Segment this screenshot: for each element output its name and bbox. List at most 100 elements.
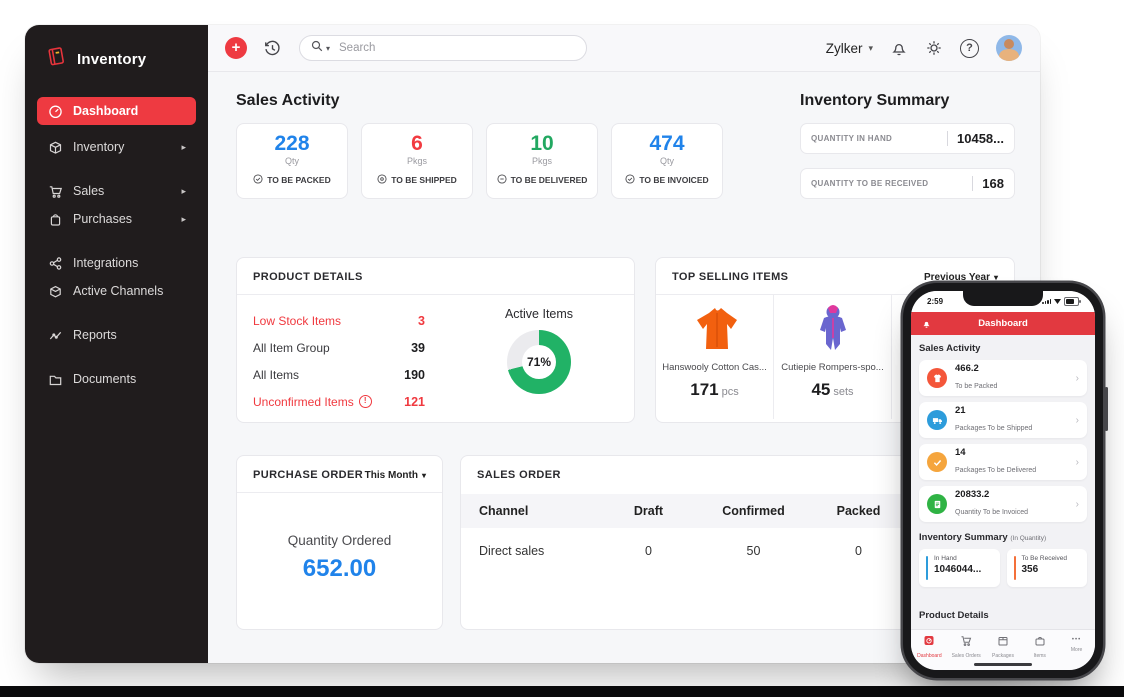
sidebar-item-dashboard[interactable]: Dashboard (37, 97, 196, 125)
sales-activity-section: Sales Activity 228 Qty TO BE PACKED 6 Pk… (236, 92, 723, 199)
sales-activity-title: Sales Activity (236, 92, 340, 109)
cell-confirmed: 50 (746, 544, 761, 558)
all-items-row[interactable]: All Items 190 (253, 361, 425, 388)
purchase-order-period-dropdown[interactable]: This Month ▾ (365, 470, 426, 481)
folder-icon (47, 372, 63, 387)
sidebar-item-purchases[interactable]: Purchases ▸ (37, 205, 196, 233)
add-button[interactable]: + (225, 37, 247, 59)
stat-label: TO BE INVOICED (639, 175, 709, 185)
inventory-logo-icon (45, 45, 68, 73)
search-input[interactable] (337, 41, 575, 55)
phone-row-to-be-delivered[interactable]: 14 Packages To be Delivered › (919, 444, 1087, 480)
submenu-arrow-icon: ▸ (181, 213, 186, 224)
stat-unit: Qty (284, 156, 299, 166)
sidebar: Inventory Dashboard Inventory ▸ Sales ▸ … (25, 25, 208, 663)
stat-label: TO BE PACKED (267, 175, 331, 185)
stat-unit: Pkgs (531, 156, 552, 166)
phone-row-to-be-shipped[interactable]: 21 Packages To be Shipped › (919, 402, 1087, 438)
phone-tab-items[interactable]: Items (1021, 634, 1058, 659)
integrations-icon (47, 256, 63, 271)
submenu-arrow-icon: ▸ (181, 185, 186, 196)
bell-icon[interactable] (922, 319, 931, 329)
unconfirmed-items-row[interactable]: Unconfirmed Items! 121 (253, 388, 425, 415)
cardigan-product-image (656, 303, 773, 355)
sidebar-item-sales[interactable]: Sales ▸ (37, 177, 196, 205)
chevron-right-icon: › (1075, 372, 1079, 384)
top-selling-period-dropdown[interactable]: Previous Year ▾ (924, 272, 998, 283)
stat-card-to-be-delivered[interactable]: 10 Pkgs TO BE DELIVERED (486, 123, 598, 199)
sidebar-item-label: Sales (73, 184, 105, 198)
sidebar-item-integrations[interactable]: Integrations (37, 249, 196, 277)
chevron-down-icon: ▾ (993, 272, 998, 282)
bag-icon (47, 212, 63, 227)
product-details-card: PRODUCT DETAILS Low Stock Items 3 All Ite… (236, 257, 635, 423)
search-box: ▾ (299, 35, 587, 61)
dashboard-icon (47, 104, 63, 119)
product-name: Cutiepie Rompers-spo... (781, 362, 884, 373)
chevron-right-icon: › (1075, 414, 1079, 426)
sidebar-item-documents[interactable]: Documents (37, 365, 196, 393)
phone-home-indicator[interactable] (974, 662, 1032, 667)
phone-tab-more[interactable]: ••• More (1058, 634, 1095, 659)
phone-row-to-be-packed[interactable]: 466.2 To be Packed › (919, 360, 1087, 396)
phone-in-hand-card[interactable]: In Hand 1046044... (919, 549, 1000, 587)
phone-tab-packages[interactable]: Packages (985, 634, 1022, 659)
topbar: + ▾ Zylker ▾ ? (208, 25, 1040, 72)
org-name: Zylker (825, 40, 863, 56)
history-icon[interactable] (263, 39, 282, 58)
romper-product-image (774, 303, 891, 355)
inventory-summary-section: Inventory Summary QUANTITY IN HAND 10458… (800, 92, 1015, 199)
battery-icon (1064, 297, 1081, 306)
phone-clock: 2:59 (927, 297, 944, 306)
stat-card-to-be-invoiced[interactable]: 474 Qty TO BE INVOICED (611, 123, 723, 199)
sidebar-item-label: Reports (73, 328, 117, 342)
stat-card-to-be-shipped[interactable]: 6 Pkgs TO BE SHIPPED (361, 123, 473, 199)
inventory-summary-title: Inventory Summary (800, 92, 950, 109)
product-qty: 171 pcs (690, 380, 739, 399)
sidebar-item-active-channels[interactable]: Active Channels (37, 277, 196, 305)
phone-sales-activity-title: Sales Activity (919, 343, 981, 354)
phone-screen: 2:59 Dashboard Sales Activity 466.2 To be… (911, 291, 1095, 670)
user-avatar[interactable] (996, 35, 1022, 61)
cell-packed: 0 (855, 544, 862, 558)
phone-tab-sales-orders[interactable]: Sales Orders (948, 634, 985, 659)
column-header: Draft (633, 504, 664, 518)
active-items-label: Active Items (504, 307, 574, 321)
stat-unit: Pkgs (406, 156, 427, 166)
notifications-bell-icon[interactable] (890, 39, 908, 57)
phone-to-be-received-card[interactable]: To Be Received 356 (1006, 549, 1087, 587)
column-header: Packed (836, 504, 881, 518)
sales-activity-cards: 228 Qty TO BE PACKED 6 Pkgs TO BE SHIPPE… (236, 123, 723, 199)
stat-card-to-be-packed[interactable]: 228 Qty TO BE PACKED (236, 123, 348, 199)
phone-row-to-be-invoiced[interactable]: 20833.2 Quantity To be Invoiced › (919, 486, 1087, 522)
settings-gear-icon[interactable] (925, 39, 943, 57)
stat-value: 10 (530, 132, 554, 155)
org-selector[interactable]: Zylker ▾ (826, 41, 873, 56)
product-details-rows: Low Stock Items 3 All Item Group 39 All It… (253, 307, 425, 415)
product-qty: 45 sets (811, 380, 854, 399)
summary-value: 10458... (947, 131, 1004, 146)
quantity-to-be-received-row: QUANTITY TO BE RECEIVED 168 (800, 168, 1015, 199)
top-selling-item[interactable]: Cutiepie Rompers-spo... 45 sets (774, 295, 892, 419)
product-details-title: PRODUCT DETAILS (253, 271, 363, 283)
check-icon (927, 452, 947, 472)
app-title: Inventory (77, 50, 147, 68)
help-icon[interactable]: ? (960, 38, 979, 58)
low-stock-items-row[interactable]: Low Stock Items 3 (253, 307, 425, 334)
column-header: Channel (479, 504, 529, 518)
chevron-down-icon: ▾ (868, 42, 873, 53)
sidebar-item-inventory[interactable]: Inventory ▸ (37, 133, 196, 161)
sidebar-item-label: Active Channels (73, 284, 164, 298)
phone-product-details-title: Product Details (919, 610, 989, 621)
purchase-order-card: PURCHASE ORDER This Month ▾ Quantity Orde… (236, 455, 443, 630)
search-scope-caret-icon[interactable]: ▾ (326, 44, 330, 53)
top-selling-item[interactable]: Hanswooly Cotton Cas... 171 pcs (656, 295, 774, 419)
reports-icon (47, 328, 63, 343)
all-item-group-row[interactable]: All Item Group 39 (253, 334, 425, 361)
sidebar-item-label: Documents (73, 372, 137, 386)
sidebar-item-reports[interactable]: Reports (37, 321, 196, 349)
app-logo: Inventory (25, 25, 208, 73)
channels-icon (47, 284, 63, 299)
phone-tab-dashboard[interactable]: Dashboard (911, 634, 948, 659)
summary-value: 168 (972, 176, 1004, 191)
